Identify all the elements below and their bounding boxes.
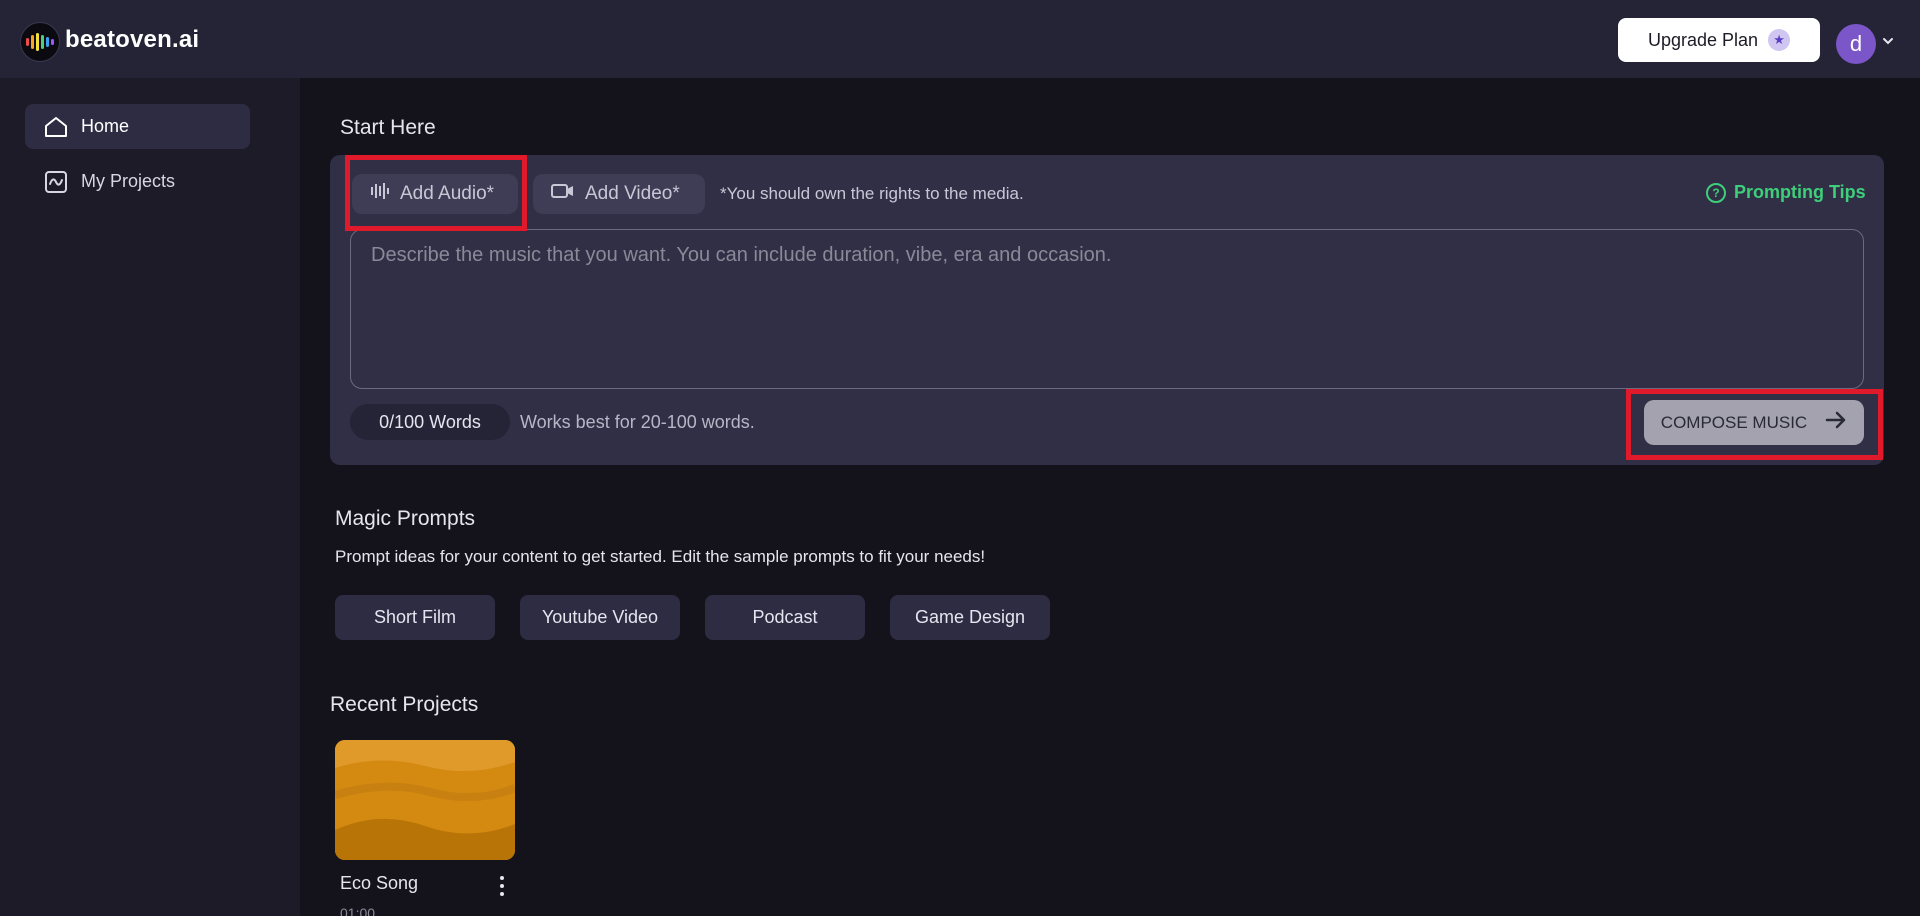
arrow-right-icon [1825, 411, 1847, 434]
prompt-chip-podcast[interactable]: Podcast [705, 595, 865, 640]
brand-name[interactable]: beatoven.ai [65, 26, 199, 54]
start-here-title: Start Here [340, 116, 436, 139]
sidebar-item-my-projects[interactable]: My Projects [25, 159, 250, 204]
sidebar-item-label: My Projects [81, 171, 176, 191]
add-video-button[interactable]: Add Video* [533, 174, 705, 214]
prompt-chip-game-design[interactable]: Game Design [890, 595, 1050, 640]
top-bar: beatoven.ai Upgrade Plan ★ d [0, 0, 1920, 78]
audio-waveform-icon [370, 182, 390, 206]
wave-pattern-icon [335, 740, 515, 860]
magic-prompts-title: Magic Prompts [335, 507, 476, 530]
music-prompt-input[interactable] [350, 229, 1864, 389]
upgrade-plan-label: Upgrade Plan [1647, 29, 1759, 50]
logo-icon[interactable] [20, 22, 60, 62]
star-icon: ★ [1768, 29, 1791, 51]
prompt-chip-youtube-video[interactable]: Youtube Video [520, 595, 680, 640]
avatar[interactable]: d [1836, 24, 1876, 64]
add-audio-label: Add Audio* [400, 183, 495, 204]
prompt-chip-short-film[interactable]: Short Film [335, 595, 495, 640]
compose-music-label: COMPOSE MUSIC [1660, 412, 1808, 432]
project-name[interactable]: Eco Song [340, 873, 418, 894]
video-camera-icon [551, 183, 575, 205]
word-hint: Works best for 20-100 words. [520, 412, 755, 432]
chevron-down-icon[interactable] [1881, 34, 1895, 48]
recent-projects-title: Recent Projects [330, 693, 479, 716]
projects-icon [43, 169, 69, 195]
word-count-badge: 0/100 Words [350, 404, 510, 440]
sidebar-item-home[interactable]: Home [25, 104, 250, 149]
home-icon [43, 114, 69, 140]
sidebar-item-label: Home [81, 116, 130, 136]
project-duration: 01:00 [340, 905, 376, 916]
help-icon: ? [1706, 182, 1726, 203]
prompting-tips-label: Prompting Tips [1734, 182, 1866, 202]
magic-prompts-subtitle: Prompt ideas for your content to get sta… [335, 547, 986, 566]
more-vertical-icon[interactable] [494, 874, 510, 898]
project-thumbnail[interactable] [335, 740, 515, 860]
sidebar: Home My Projects [0, 78, 300, 916]
add-audio-button[interactable]: Add Audio* [352, 174, 518, 214]
rights-note: *You should own the rights to the media. [720, 184, 1024, 203]
compose-music-button[interactable]: COMPOSE MUSIC [1644, 400, 1864, 445]
prompting-tips-link[interactable]: ? Prompting Tips [1706, 182, 1866, 203]
add-video-label: Add Video* [585, 183, 680, 204]
upgrade-plan-button[interactable]: Upgrade Plan ★ [1618, 18, 1820, 62]
